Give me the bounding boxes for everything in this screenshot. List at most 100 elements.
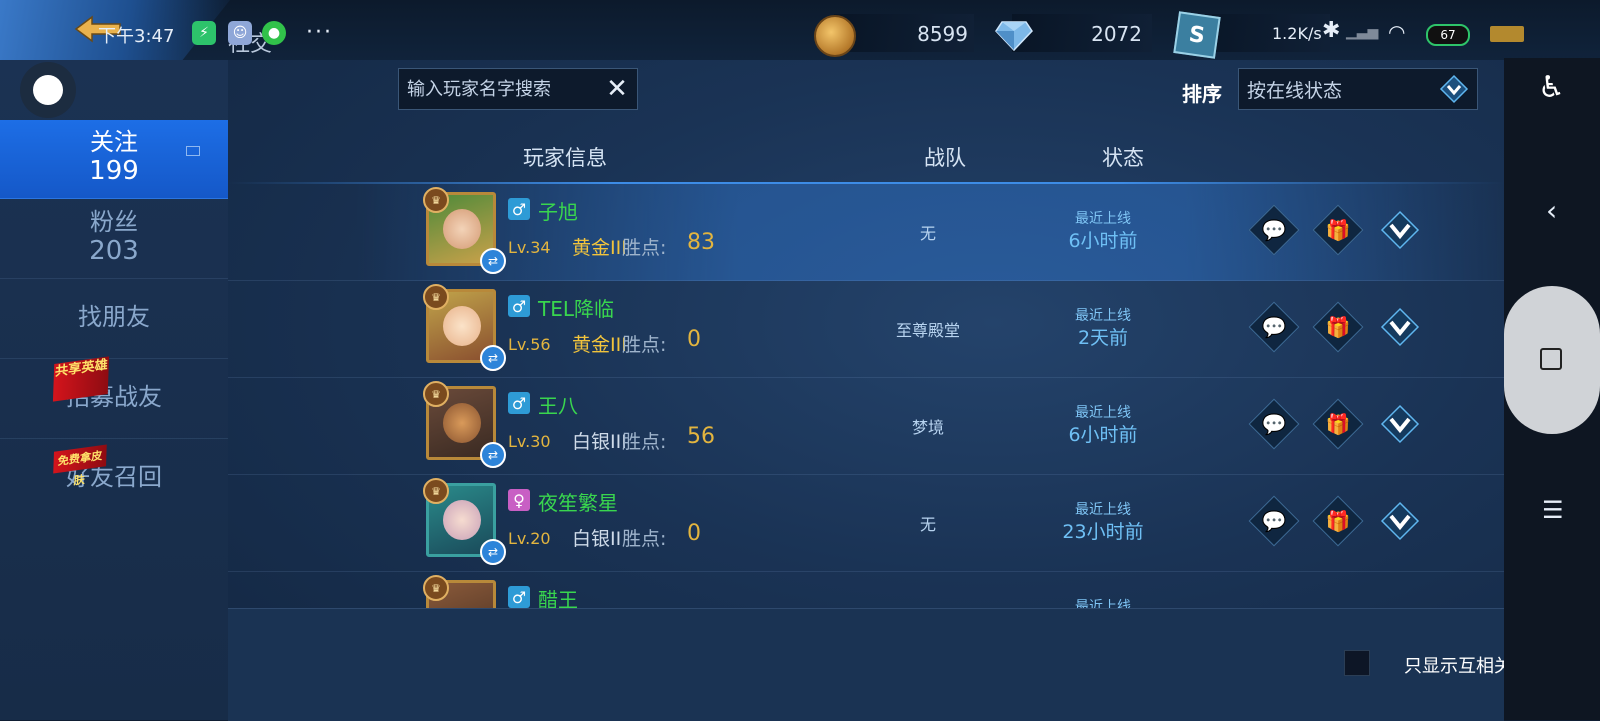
network-speed: 1.2K/s <box>1272 24 1322 43</box>
player-rank: 黄金III <box>572 334 627 356</box>
gift-button[interactable]: 🎁 <box>1312 398 1364 450</box>
clear-search-icon[interactable]: ✕ <box>599 74 635 104</box>
more-button[interactable] <box>1380 210 1420 250</box>
player-level: Lv.20 <box>508 529 551 548</box>
fans-count: 203 <box>89 236 139 266</box>
gender-icon: ♂ <box>508 198 530 220</box>
gender-icon: ♂ <box>508 392 530 414</box>
signal-icon: ▁▃▅ <box>1346 24 1379 40</box>
points-label: 胜点: <box>622 334 667 356</box>
sidebar-item-fans[interactable]: 粉丝 203 <box>0 198 228 279</box>
chevron-down-icon <box>1439 74 1469 104</box>
sidebar-item-find-friends[interactable]: 找朋友 <box>0 278 228 359</box>
chat-bubble-icon: 💬 <box>1261 412 1287 436</box>
more-button[interactable] <box>1380 307 1420 347</box>
search-box: ✕ <box>398 68 638 110</box>
rank-emblem-icon: ♛ <box>423 478 449 504</box>
player-team: 无 <box>919 515 936 534</box>
player-team: 梦境 <box>911 418 944 437</box>
gift-button[interactable]: 🎁 <box>1312 301 1364 353</box>
chat-button[interactable]: 💬 <box>1248 301 1300 353</box>
chevron-down-icon <box>1380 404 1420 444</box>
player-name: TEL降临 <box>538 297 614 321</box>
column-header-player: 玩家信息 <box>523 146 607 170</box>
player-team: 至尊殿堂 <box>895 321 960 340</box>
system-back-icon[interactable]: ‹ <box>1546 194 1557 227</box>
last-online: 6小时前 <box>1068 230 1138 252</box>
points-label: 胜点: <box>622 237 667 259</box>
chat-button[interactable]: 💬 <box>1248 398 1300 450</box>
more-button[interactable] <box>1380 501 1420 541</box>
rank-emblem-icon: ♛ <box>423 575 449 601</box>
avatar-face <box>443 403 481 443</box>
more-button[interactable] <box>1380 404 1420 444</box>
sidebar-item-following[interactable]: 关注 199 <box>0 120 228 199</box>
search-input[interactable] <box>399 77 599 101</box>
player-name: 子旭 <box>538 200 578 224</box>
gender-icon: ♀ <box>508 489 530 511</box>
gift-button[interactable]: 🎁 <box>1312 204 1364 256</box>
menu-icon[interactable]: ☰ <box>1542 496 1564 524</box>
player-level: Lv.34 <box>508 238 551 257</box>
gift-icon: 🎁 <box>1325 218 1351 242</box>
player-name: 醋王 <box>538 588 578 608</box>
last-online: 2天前 <box>1077 327 1129 349</box>
player-rank: 白银III <box>572 431 627 453</box>
status-label: 最近上线 <box>1075 599 1131 608</box>
chat-bubble-icon: 💬 <box>1261 509 1287 533</box>
swap-icon: ⇄ <box>480 345 506 371</box>
battery-indicator: 67 <box>1426 24 1470 46</box>
screen-record-button[interactable] <box>20 62 76 118</box>
player-list[interactable]: ♛ ⇄ ♂ 子旭 Lv.34 黄金III 胜点: 83 无 最近上线 6小时前 … <box>228 184 1504 608</box>
gender-icon: ♂ <box>508 295 530 317</box>
bluetooth-icon: ✱ <box>1322 18 1341 43</box>
avatar-face <box>443 500 481 540</box>
player-row[interactable]: ♛ ⇄ ♀ 夜笙繁星 Lv.20 白银II 胜点: 0 无 最近上线 23小时前… <box>228 475 1504 572</box>
shared-hero-badge: 共享英雄 <box>52 356 110 402</box>
player-points: 0 <box>687 327 701 352</box>
chat-bubble-icon: 💬 <box>1261 315 1287 339</box>
status-label: 最近上线 <box>1075 211 1131 227</box>
player-rank: 黄金III <box>572 237 627 259</box>
sort-dropdown[interactable]: 按在线状态 <box>1238 68 1478 110</box>
player-row[interactable]: ♛ ♂ 醋王 最近上线 <box>228 572 1504 608</box>
status-label: 最近上线 <box>1075 308 1131 324</box>
player-name: 夜笙繁星 <box>538 491 618 515</box>
column-header-team: 战队 <box>924 146 966 170</box>
home-square-icon <box>1540 348 1562 370</box>
player-row[interactable]: ♛ ⇄ ♂ 子旭 Lv.34 黄金III 胜点: 83 无 最近上线 6小时前 … <box>228 184 1504 281</box>
avatar[interactable]: ♛ <box>423 575 496 608</box>
ticket-icon: S <box>1173 11 1221 59</box>
player-rank: 白银II <box>572 528 622 550</box>
fans-label: 粉丝 <box>90 208 138 236</box>
player-points: 56 <box>687 424 715 449</box>
sidebar-item-recruit[interactable]: 招募战友 <box>0 358 228 439</box>
status-label: 最近上线 <box>1075 405 1131 421</box>
gender-icon: ♂ <box>508 586 530 608</box>
wechat-icon: ● <box>262 21 286 45</box>
battery-icon <box>1490 26 1524 42</box>
swap-icon: ⇄ <box>480 248 506 274</box>
avatar-face <box>443 306 481 346</box>
chat-button[interactable]: 💬 <box>1248 495 1300 547</box>
tag-icon <box>186 146 200 156</box>
following-count: 199 <box>89 156 139 186</box>
chat-bubble-icon: 💬 <box>1261 218 1287 242</box>
player-row[interactable]: ♛ ⇄ ♂ TEL降临 Lv.56 黄金III 胜点: 0 至尊殿堂 最近上线 … <box>228 281 1504 378</box>
avatar-face <box>443 209 481 249</box>
column-header-status: 状态 <box>1102 146 1144 170</box>
chat-button[interactable]: 💬 <box>1248 204 1300 256</box>
last-online: 6小时前 <box>1068 424 1138 446</box>
chevron-down-icon <box>1380 210 1420 250</box>
points-label: 胜点: <box>622 431 667 453</box>
gift-button[interactable]: 🎁 <box>1312 495 1364 547</box>
battery-percentage: 67 <box>1440 28 1456 42</box>
player-points: 0 <box>687 521 701 546</box>
sort-selected-value: 按在线状态 <box>1247 79 1343 102</box>
gold-coin-icon <box>814 15 856 57</box>
diamond-icon <box>995 21 1033 52</box>
sidebar-item-recall[interactable]: 好友召回 <box>0 438 228 518</box>
player-row[interactable]: ♛ ⇄ ♂ 王八 Lv.30 白银III 胜点: 56 梦境 最近上线 6小时前… <box>228 378 1504 475</box>
mutual-follow-checkbox[interactable] <box>1344 650 1370 676</box>
accessibility-icon[interactable]: ♿ <box>1538 70 1565 105</box>
